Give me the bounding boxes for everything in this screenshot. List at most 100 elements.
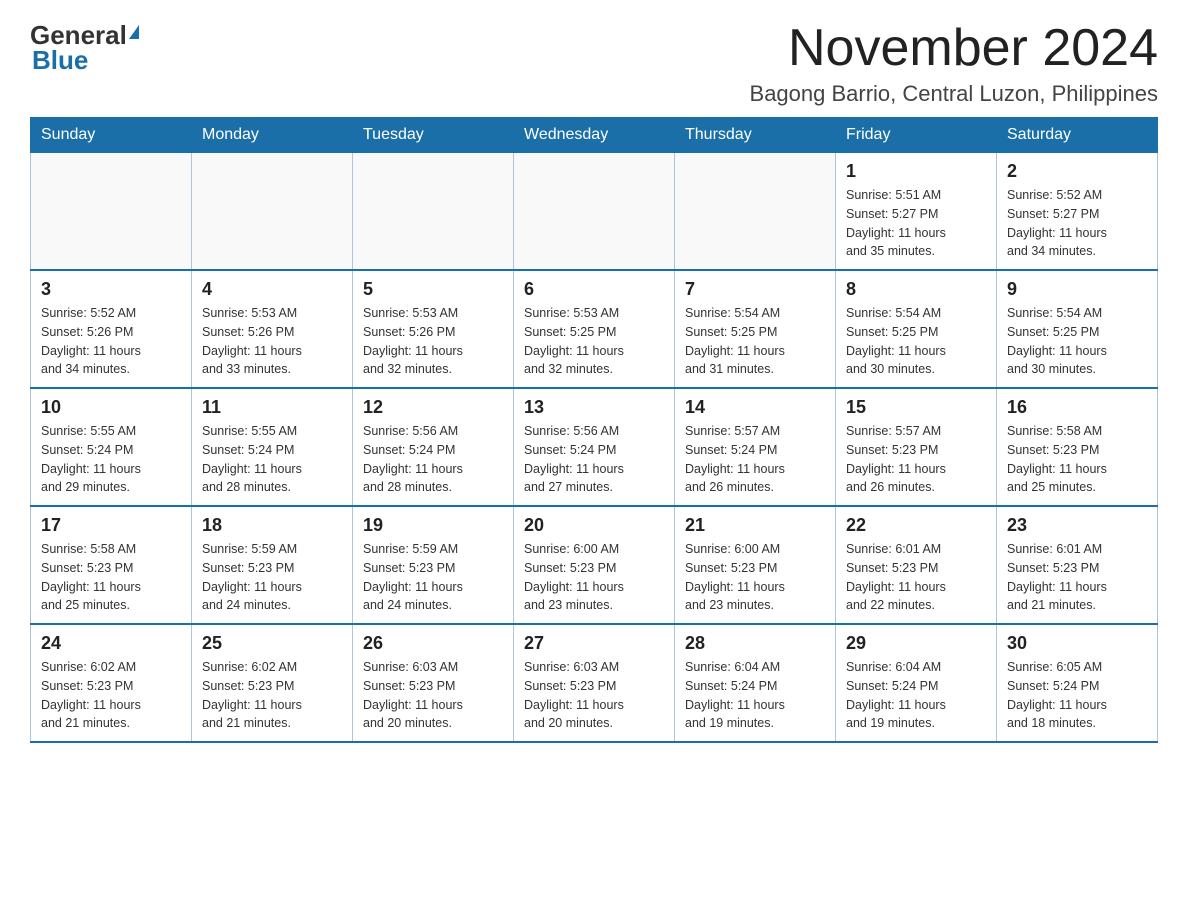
calendar-cell: 30 Sunrise: 6:05 AM Sunset: 5:24 PM Dayli… [997, 624, 1158, 742]
weekday-header-row: SundayMondayTuesdayWednesdayThursdayFrid… [31, 118, 1158, 153]
day-info: Sunrise: 5:56 AM Sunset: 5:24 PM Dayligh… [524, 422, 664, 497]
day-info: Sunrise: 5:57 AM Sunset: 5:23 PM Dayligh… [846, 422, 986, 497]
day-info: Sunrise: 5:53 AM Sunset: 5:26 PM Dayligh… [363, 304, 503, 379]
day-number: 10 [41, 397, 181, 418]
calendar-cell: 19Sunrise: 5:59 AM Sunset: 5:23 PM Dayli… [353, 506, 514, 624]
calendar-cell: 26 Sunrise: 6:03 AM Sunset: 5:23 PM Dayli… [353, 624, 514, 742]
calendar-cell: 16Sunrise: 5:58 AM Sunset: 5:23 PM Dayli… [997, 388, 1158, 506]
calendar-cell: 21 Sunrise: 6:00 AM Sunset: 5:23 PM Dayli… [675, 506, 836, 624]
day-number: 24 [41, 633, 181, 654]
day-number: 29 [846, 633, 986, 654]
day-number: 8 [846, 279, 986, 300]
calendar-cell [514, 153, 675, 271]
day-info: Sunrise: 6:00 AM Sunset: 5:23 PM Dayligh… [524, 540, 664, 615]
day-number: 13 [524, 397, 664, 418]
calendar-cell: 12Sunrise: 5:56 AM Sunset: 5:24 PM Dayli… [353, 388, 514, 506]
day-info: Sunrise: 5:52 AM Sunset: 5:27 PM Dayligh… [1007, 186, 1147, 261]
day-number: 5 [363, 279, 503, 300]
calendar-cell: 23 Sunrise: 6:01 AM Sunset: 5:23 PM Dayli… [997, 506, 1158, 624]
week-row-2: 3 Sunrise: 5:52 AM Sunset: 5:26 PM Daylig… [31, 270, 1158, 388]
day-info: Sunrise: 6:02 AM Sunset: 5:23 PM Dayligh… [41, 658, 181, 733]
day-number: 16 [1007, 397, 1147, 418]
day-number: 27 [524, 633, 664, 654]
calendar-cell: 9 Sunrise: 5:54 AM Sunset: 5:25 PM Daylig… [997, 270, 1158, 388]
calendar-cell: 2 Sunrise: 5:52 AM Sunset: 5:27 PM Daylig… [997, 153, 1158, 271]
calendar-cell: 5 Sunrise: 5:53 AM Sunset: 5:26 PM Daylig… [353, 270, 514, 388]
week-row-5: 24 Sunrise: 6:02 AM Sunset: 5:23 PM Dayli… [31, 624, 1158, 742]
day-number: 28 [685, 633, 825, 654]
calendar-cell: 18 Sunrise: 5:59 AM Sunset: 5:23 PM Dayli… [192, 506, 353, 624]
day-info: Sunrise: 6:03 AM Sunset: 5:23 PM Dayligh… [363, 658, 503, 733]
day-number: 11 [202, 397, 342, 418]
calendar-cell: 4 Sunrise: 5:53 AM Sunset: 5:26 PM Daylig… [192, 270, 353, 388]
day-number: 30 [1007, 633, 1147, 654]
day-number: 1 [846, 161, 986, 182]
calendar-cell: 6 Sunrise: 5:53 AM Sunset: 5:25 PM Daylig… [514, 270, 675, 388]
week-row-4: 17Sunrise: 5:58 AM Sunset: 5:23 PM Dayli… [31, 506, 1158, 624]
day-info: Sunrise: 5:52 AM Sunset: 5:26 PM Dayligh… [41, 304, 181, 379]
day-info: Sunrise: 5:53 AM Sunset: 5:26 PM Dayligh… [202, 304, 342, 379]
weekday-header-saturday: Saturday [997, 118, 1158, 153]
day-number: 7 [685, 279, 825, 300]
calendar-cell: 17Sunrise: 5:58 AM Sunset: 5:23 PM Dayli… [31, 506, 192, 624]
calendar-cell [31, 153, 192, 271]
day-info: Sunrise: 6:04 AM Sunset: 5:24 PM Dayligh… [846, 658, 986, 733]
day-number: 21 [685, 515, 825, 536]
calendar-cell: 22Sunrise: 6:01 AM Sunset: 5:23 PM Dayli… [836, 506, 997, 624]
day-info: Sunrise: 5:51 AM Sunset: 5:27 PM Dayligh… [846, 186, 986, 261]
day-number: 6 [524, 279, 664, 300]
day-info: Sunrise: 5:55 AM Sunset: 5:24 PM Dayligh… [202, 422, 342, 497]
day-info: Sunrise: 6:03 AM Sunset: 5:23 PM Dayligh… [524, 658, 664, 733]
weekday-header-tuesday: Tuesday [353, 118, 514, 153]
main-title: November 2024 [750, 20, 1158, 77]
day-number: 4 [202, 279, 342, 300]
day-info: Sunrise: 6:04 AM Sunset: 5:24 PM Dayligh… [685, 658, 825, 733]
day-number: 17 [41, 515, 181, 536]
week-row-3: 10 Sunrise: 5:55 AM Sunset: 5:24 PM Dayli… [31, 388, 1158, 506]
weekday-header-wednesday: Wednesday [514, 118, 675, 153]
day-number: 12 [363, 397, 503, 418]
day-info: Sunrise: 5:54 AM Sunset: 5:25 PM Dayligh… [685, 304, 825, 379]
logo-blue: Blue [32, 45, 88, 76]
day-number: 18 [202, 515, 342, 536]
day-number: 23 [1007, 515, 1147, 536]
day-number: 3 [41, 279, 181, 300]
title-area: November 2024 Bagong Barrio, Central Luz… [750, 20, 1158, 107]
day-info: Sunrise: 5:55 AM Sunset: 5:24 PM Dayligh… [41, 422, 181, 497]
calendar-cell: 15 Sunrise: 5:57 AM Sunset: 5:23 PM Dayli… [836, 388, 997, 506]
day-info: Sunrise: 6:00 AM Sunset: 5:23 PM Dayligh… [685, 540, 825, 615]
calendar-cell: 1 Sunrise: 5:51 AM Sunset: 5:27 PM Daylig… [836, 153, 997, 271]
day-number: 2 [1007, 161, 1147, 182]
day-info: Sunrise: 6:01 AM Sunset: 5:23 PM Dayligh… [1007, 540, 1147, 615]
weekday-header-monday: Monday [192, 118, 353, 153]
day-info: Sunrise: 6:05 AM Sunset: 5:24 PM Dayligh… [1007, 658, 1147, 733]
calendar-cell: 8Sunrise: 5:54 AM Sunset: 5:25 PM Daylig… [836, 270, 997, 388]
day-info: Sunrise: 5:53 AM Sunset: 5:25 PM Dayligh… [524, 304, 664, 379]
calendar-cell [192, 153, 353, 271]
calendar-table: SundayMondayTuesdayWednesdayThursdayFrid… [30, 117, 1158, 743]
header: General Blue November 2024 Bagong Barrio… [30, 20, 1158, 107]
calendar-cell: 28 Sunrise: 6:04 AM Sunset: 5:24 PM Dayli… [675, 624, 836, 742]
day-number: 14 [685, 397, 825, 418]
day-info: Sunrise: 5:54 AM Sunset: 5:25 PM Dayligh… [1007, 304, 1147, 379]
calendar-cell: 24 Sunrise: 6:02 AM Sunset: 5:23 PM Dayli… [31, 624, 192, 742]
day-number: 25 [202, 633, 342, 654]
day-number: 15 [846, 397, 986, 418]
calendar-cell: 20Sunrise: 6:00 AM Sunset: 5:23 PM Dayli… [514, 506, 675, 624]
day-info: Sunrise: 5:59 AM Sunset: 5:23 PM Dayligh… [363, 540, 503, 615]
logo-triangle-icon [129, 25, 139, 39]
day-info: Sunrise: 6:02 AM Sunset: 5:23 PM Dayligh… [202, 658, 342, 733]
subtitle: Bagong Barrio, Central Luzon, Philippine… [750, 81, 1158, 107]
day-info: Sunrise: 5:59 AM Sunset: 5:23 PM Dayligh… [202, 540, 342, 615]
logo: General Blue [30, 20, 139, 76]
calendar-cell: 29 Sunrise: 6:04 AM Sunset: 5:24 PM Dayli… [836, 624, 997, 742]
calendar-cell: 27 Sunrise: 6:03 AM Sunset: 5:23 PM Dayli… [514, 624, 675, 742]
weekday-header-sunday: Sunday [31, 118, 192, 153]
calendar-cell [353, 153, 514, 271]
calendar-cell: 14Sunrise: 5:57 AM Sunset: 5:24 PM Dayli… [675, 388, 836, 506]
day-number: 26 [363, 633, 503, 654]
day-number: 9 [1007, 279, 1147, 300]
calendar-cell: 10 Sunrise: 5:55 AM Sunset: 5:24 PM Dayli… [31, 388, 192, 506]
weekday-header-friday: Friday [836, 118, 997, 153]
calendar-cell [675, 153, 836, 271]
